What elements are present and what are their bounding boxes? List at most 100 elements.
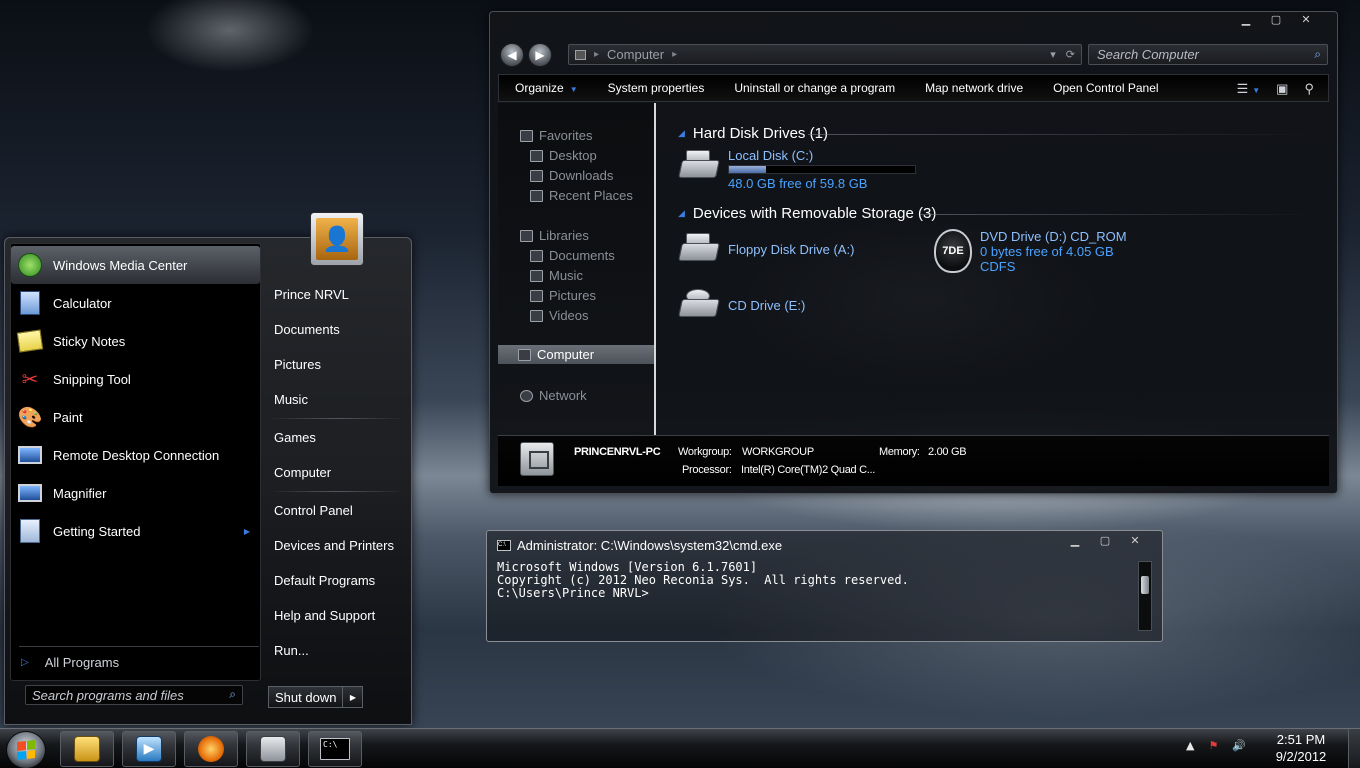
address-dropdown-icon[interactable]: ▾	[1050, 48, 1056, 61]
view-options-icon[interactable]: ☰ ▼	[1237, 81, 1261, 97]
nav-favorites[interactable]: Favorites	[520, 128, 592, 143]
magnifier-icon	[15, 478, 45, 508]
place-documents[interactable]: Documents	[274, 322, 340, 337]
map-network-drive-button[interactable]: Map network drive	[925, 81, 1023, 95]
nav-recent-places[interactable]: Recent Places	[530, 188, 633, 203]
nav-pictures[interactable]: Pictures	[530, 288, 596, 303]
program-item-windows-media-center[interactable]: Windows Media Center	[11, 246, 260, 284]
drive-filesystem: CDFS	[980, 259, 1016, 274]
breadcrumb-computer[interactable]: Computer	[607, 47, 664, 62]
taskbar-explorer[interactable]	[60, 731, 114, 767]
cmd-console[interactable]: Microsoft Windows [Version 6.1.7601] Copy…	[497, 561, 1137, 633]
place-pictures[interactable]: Pictures	[274, 357, 321, 372]
documents-icon	[530, 249, 543, 262]
maximize-button[interactable]: ▢	[1092, 533, 1118, 547]
sticky-notes-icon	[15, 326, 45, 356]
close-button[interactable]: ✕	[1293, 12, 1319, 26]
search-input[interactable]: Search Computer ⌕	[1088, 44, 1328, 65]
place-games[interactable]: Games	[274, 430, 316, 445]
place-help-support[interactable]: Help and Support	[274, 608, 375, 623]
organize-button[interactable]: Organize ▼	[515, 81, 578, 95]
show-hidden-icons-icon[interactable]: ▲	[1186, 739, 1194, 752]
place-control-panel[interactable]: Control Panel	[274, 503, 353, 518]
nav-desktop[interactable]: Desktop	[530, 148, 597, 163]
taskbar-media-player[interactable]: ▶	[122, 731, 176, 767]
place-default-programs[interactable]: Default Programs	[274, 573, 375, 588]
search-icon[interactable]: ⌕	[1314, 47, 1321, 62]
group-header-removable-storage[interactable]: ◢ Devices with Removable Storage (3)	[678, 205, 936, 222]
scrollbar-thumb[interactable]	[1141, 576, 1149, 594]
group-divider	[808, 134, 1318, 135]
program-item-snipping-tool[interactable]: ✂ Snipping Tool	[11, 360, 260, 398]
forward-button[interactable]: ▶	[528, 43, 552, 67]
place-run[interactable]: Run...	[274, 643, 309, 658]
network-icon	[520, 389, 533, 402]
address-bar[interactable]: ▸ Computer ▸ ▾ ⟳	[568, 44, 1082, 65]
drive-free-space: 0 bytes free of 4.05 GB	[980, 244, 1114, 259]
taskbar-firefox[interactable]	[184, 731, 238, 767]
taskbar-computer[interactable]	[246, 731, 300, 767]
nav-libraries[interactable]: Libraries	[520, 228, 589, 243]
volume-icon[interactable]: 🔊	[1232, 739, 1246, 752]
view-controls: ☰ ▼ ▣ ⚲	[1237, 81, 1314, 97]
shutdown-options-button[interactable]: ▶	[343, 686, 364, 708]
firefox-icon	[198, 736, 224, 762]
place-user[interactable]: Prince NRVL	[274, 287, 349, 302]
recent-places-icon	[530, 189, 543, 202]
shutdown-button[interactable]: Shut down	[268, 686, 344, 708]
calculator-icon	[15, 288, 45, 318]
system-properties-button[interactable]: System properties	[608, 81, 705, 95]
minimize-button[interactable]: ▁	[1062, 533, 1088, 547]
maximize-button[interactable]: ▢	[1263, 12, 1289, 26]
drive-local-disk-c[interactable]: Local Disk (C:) 48.0 GB free of 59.8 GB	[678, 148, 916, 191]
nav-network[interactable]: Network	[520, 388, 587, 403]
uninstall-program-button[interactable]: Uninstall or change a program	[734, 81, 895, 95]
taskbar: ▶ C:\ ▲ ⚑ 🔊 2:51 PM 9/2/2012	[0, 728, 1360, 768]
back-arrow-icon: ◀	[507, 48, 517, 62]
show-desktop-button[interactable]	[1348, 729, 1360, 768]
cmd-titlebar[interactable]: C:\ Administrator: C:\Windows\system32\c…	[497, 538, 782, 553]
snipping-tool-icon: ✂	[21, 368, 39, 391]
program-item-magnifier[interactable]: Magnifier	[11, 474, 260, 512]
place-devices-printers[interactable]: Devices and Printers	[274, 538, 394, 553]
disk-usage-bar	[728, 165, 916, 174]
refresh-icon[interactable]: ⟳	[1066, 48, 1075, 61]
place-computer[interactable]: Computer	[274, 465, 331, 480]
taskbar-cmd[interactable]: C:\	[308, 731, 362, 767]
drive-dvd-d[interactable]: 7DE DVD Drive (D:) CD_ROM 0 bytes free o…	[934, 229, 1127, 274]
nav-label: Pictures	[549, 288, 596, 303]
program-label: Remote Desktop Connection	[53, 447, 220, 463]
collapse-triangle-icon: ◢	[678, 128, 685, 138]
program-item-getting-started[interactable]: Getting Started ▶	[11, 512, 260, 550]
group-header-hard-disk-drives[interactable]: ◢ Hard Disk Drives (1)	[678, 125, 828, 142]
drive-floppy-a[interactable]: Floppy Disk Drive (A:)	[678, 231, 854, 267]
nav-videos[interactable]: Videos	[530, 308, 589, 323]
action-center-flag-icon[interactable]: ⚑	[1208, 739, 1218, 752]
dvd-disc-badge-icon: 7DE	[934, 229, 972, 273]
start-search-input[interactable]: Search programs and files ⌕	[25, 685, 243, 705]
drive-cd-e[interactable]: CD Drive (E:)	[678, 287, 805, 323]
nav-downloads[interactable]: Downloads	[530, 168, 613, 183]
nav-label: Documents	[549, 248, 615, 263]
nav-documents[interactable]: Documents	[530, 248, 615, 263]
close-button[interactable]: ✕	[1122, 533, 1148, 547]
program-item-paint[interactable]: 🎨 Paint	[11, 398, 260, 436]
search-icon[interactable]: ⌕	[229, 687, 236, 702]
minimize-button[interactable]: ▁	[1233, 12, 1259, 26]
program-item-calculator[interactable]: Calculator	[11, 284, 260, 322]
program-item-sticky-notes[interactable]: Sticky Notes	[11, 322, 260, 360]
user-picture[interactable]: 👤	[310, 212, 364, 266]
all-programs-button[interactable]: ▷ All Programs	[21, 655, 119, 670]
nav-music[interactable]: Music	[530, 268, 583, 283]
cmd-scrollbar[interactable]	[1138, 561, 1152, 631]
preview-pane-icon[interactable]: ▣	[1276, 81, 1288, 97]
drive-name: Floppy Disk Drive (A:)	[728, 241, 855, 257]
program-item-remote-desktop[interactable]: Remote Desktop Connection	[11, 436, 260, 474]
place-music[interactable]: Music	[274, 392, 308, 407]
open-control-panel-button[interactable]: Open Control Panel	[1053, 81, 1158, 95]
help-icon[interactable]: ⚲	[1304, 81, 1314, 97]
start-button[interactable]	[6, 731, 46, 768]
clock[interactable]: 2:51 PM 9/2/2012	[1262, 731, 1340, 765]
back-button[interactable]: ◀	[500, 43, 524, 67]
nav-computer[interactable]: Computer	[498, 345, 654, 364]
